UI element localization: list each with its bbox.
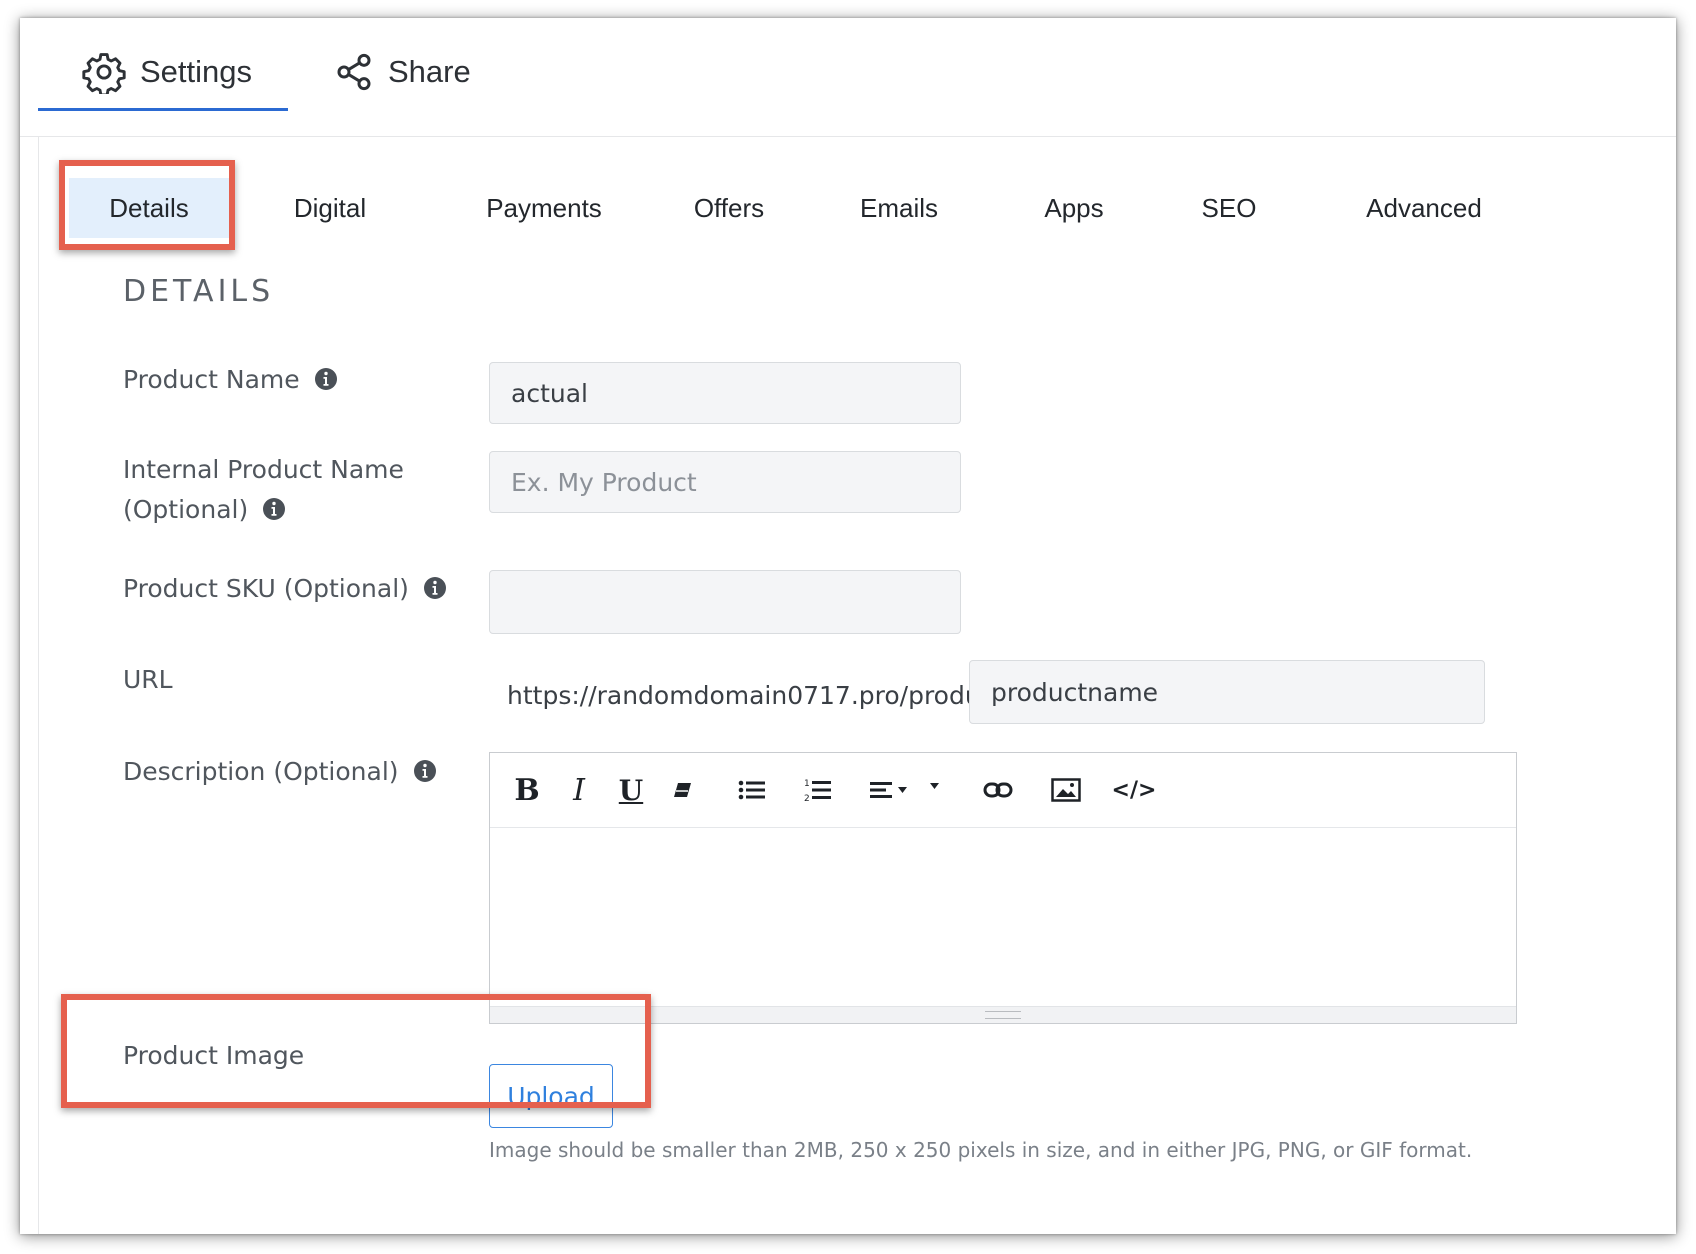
subtab-seo[interactable]: SEO — [1179, 178, 1279, 238]
product-image-label: Product Image — [123, 1041, 305, 1070]
settings-window: Settings Share Details Digital Payments … — [20, 18, 1676, 1234]
underline-icon[interactable]: U — [614, 771, 648, 809]
info-icon[interactable] — [423, 576, 447, 600]
section-title: DETAILS — [123, 274, 275, 309]
subtab-advanced[interactable]: Advanced — [1339, 178, 1509, 238]
url-slug-input[interactable]: productname — [969, 660, 1485, 724]
description-editor[interactable]: B I U 12 </> — [489, 752, 1517, 1024]
tab-share[interactable]: Share — [334, 42, 471, 102]
sku-input[interactable] — [489, 570, 961, 634]
subtab-emails[interactable]: Emails — [839, 178, 959, 238]
code-icon[interactable]: </> — [1112, 771, 1157, 809]
editor-toolbar: B I U 12 </> — [490, 753, 1516, 828]
product-name-label: Product Name — [123, 360, 338, 400]
gear-icon — [82, 53, 126, 94]
bold-icon[interactable]: B — [510, 771, 544, 809]
subtab-details[interactable]: Details — [69, 178, 229, 238]
subtab-offers[interactable]: Offers — [669, 178, 789, 238]
active-tab-indicator — [38, 108, 288, 111]
share-icon — [337, 53, 371, 91]
info-icon[interactable] — [314, 367, 338, 391]
info-icon[interactable] — [413, 759, 437, 783]
url-prefix: https://randomdomain0717.pro/products/ — [507, 681, 1026, 710]
italic-icon[interactable]: I — [562, 771, 596, 809]
upload-button[interactable]: Upload — [489, 1064, 613, 1128]
description-label: Description (Optional) — [123, 752, 437, 792]
sku-label: Product SKU (Optional) — [123, 569, 447, 609]
internal-name-label-line1: Internal Product Name — [123, 455, 404, 484]
bullet-list-icon[interactable] — [734, 771, 770, 809]
numbered-list-icon[interactable]: 12 — [800, 771, 836, 809]
description-label-text: Description (Optional) — [123, 757, 399, 786]
subtab-payments[interactable]: Payments — [459, 178, 629, 238]
details-panel: Details Digital Payments Offers Emails A… — [38, 136, 1676, 1234]
internal-name-label-line2: (Optional) — [123, 495, 249, 524]
internal-name-input[interactable]: Ex. My Product — [489, 451, 961, 513]
subtab-digital[interactable]: Digital — [265, 178, 395, 238]
product-name-label-text: Product Name — [123, 365, 300, 394]
tab-settings-label: Settings — [140, 54, 253, 89]
link-icon[interactable] — [980, 771, 1016, 809]
info-icon[interactable] — [262, 497, 286, 521]
product-name-input[interactable]: actual — [489, 362, 961, 424]
tab-share-label: Share — [388, 54, 471, 89]
resize-grip-icon[interactable] — [985, 1011, 1021, 1019]
image-icon[interactable] — [1046, 771, 1086, 809]
sku-label-text: Product SKU (Optional) — [123, 574, 409, 603]
url-label: URL — [123, 665, 173, 694]
svg-text:2: 2 — [804, 794, 810, 803]
tab-settings[interactable]: Settings — [82, 42, 252, 102]
top-tab-bar: Settings Share — [20, 18, 1676, 137]
subtab-apps[interactable]: Apps — [1019, 178, 1129, 238]
svg-text:1: 1 — [804, 779, 810, 789]
editor-resize-bar[interactable] — [490, 1006, 1516, 1023]
image-hint: Image should be smaller than 2MB, 250 x … — [489, 1138, 1473, 1162]
internal-name-label: Internal Product Name (Optional) — [123, 450, 404, 530]
eraser-icon[interactable] — [666, 771, 700, 809]
align-dropdown-icon[interactable] — [868, 771, 944, 809]
